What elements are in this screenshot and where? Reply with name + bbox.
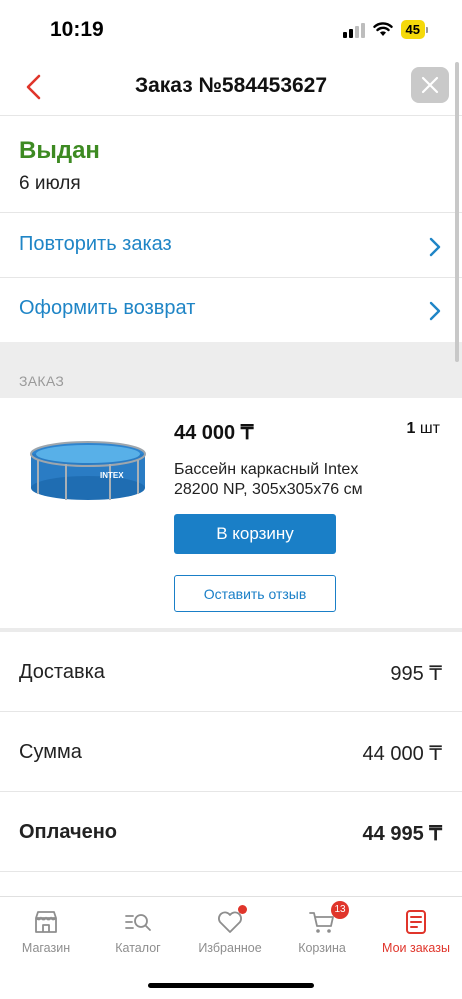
status-icons: 45 — [342, 20, 428, 39]
delivery-label: Доставка — [19, 661, 105, 683]
scrollbar[interactable] — [455, 62, 459, 362]
orders-list-icon — [406, 910, 426, 934]
home-indicator[interactable] — [148, 983, 314, 988]
paid-row: Оплачено 44 995 ₸ — [0, 792, 462, 872]
section-header: ЗАКАЗ — [0, 342, 462, 398]
add-to-cart-button[interactable]: В корзину — [174, 514, 336, 554]
product-price: 44 000 ₸ — [174, 422, 254, 444]
nav-item-cart[interactable]: 13 Корзина — [276, 901, 368, 967]
status-label: Выдан — [19, 137, 100, 164]
chevron-right-icon — [429, 301, 441, 321]
leave-review-button[interactable]: Оставить отзыв — [174, 575, 336, 612]
nav-item-shop[interactable]: Магазин — [0, 907, 92, 967]
subtotal-label: Сумма — [19, 741, 82, 763]
section-label: ЗАКАЗ — [19, 373, 65, 389]
status-date: 6 июля — [19, 173, 81, 194]
close-icon — [421, 76, 439, 94]
return-order-label: Оформить возврат — [19, 297, 196, 319]
product-card: INTEX 44 000 ₸ 1 шт Бассейн каркасный In… — [0, 398, 462, 628]
page-title: Заказ №584453627 — [134, 74, 328, 97]
delivery-row: Доставка 995 ₸ — [0, 632, 462, 712]
return-order-button[interactable]: Оформить возврат — [0, 278, 462, 342]
quantity-unit: шт — [419, 420, 440, 437]
cart-badge: 13 — [331, 901, 349, 919]
close-button[interactable] — [411, 67, 449, 103]
subtotal-row: Сумма 44 000 ₸ — [0, 712, 462, 792]
product-image-brand: INTEX — [100, 471, 124, 480]
status-time: 10:19 — [50, 18, 104, 41]
nav-item-catalog[interactable]: Каталог — [92, 907, 184, 967]
subtotal-value: 44 000 ₸ — [362, 743, 442, 765]
battery-level: 45 — [400, 20, 425, 39]
chevron-right-icon — [429, 237, 441, 257]
nav-label-shop: Магазин — [21, 941, 71, 955]
order-status: Выдан 6 июля — [0, 117, 462, 213]
paid-value: 44 995 ₸ — [362, 823, 442, 845]
delivery-value: 995 ₸ — [390, 663, 442, 685]
catalog-search-icon — [125, 914, 151, 931]
product-quantity: 1 шт — [406, 420, 440, 438]
repeat-order-button[interactable]: Повторить заказ — [0, 214, 462, 278]
header: Заказ №584453627 — [0, 60, 462, 116]
wifi-icon — [372, 22, 393, 36]
nav-label-favorites: Избранное — [198, 941, 262, 955]
nav-label-my-orders: Мои заказы — [382, 941, 450, 955]
nav-label-cart: Корзина — [298, 941, 346, 955]
repeat-order-label: Повторить заказ — [19, 233, 172, 255]
nav-label-catalog: Каталог — [115, 941, 161, 955]
quantity-number: 1 — [406, 420, 416, 437]
battery-icon: 45 — [400, 20, 428, 39]
product-name[interactable]: Бассейн каркасный Intex 28200 NP, 305x30… — [174, 460, 404, 500]
status-bar: 10:19 45 — [0, 0, 462, 60]
store-icon — [35, 911, 57, 933]
paid-label: Оплачено — [19, 821, 117, 843]
product-image[interactable]: INTEX — [28, 438, 148, 508]
cellular-signal-icon — [342, 22, 365, 38]
nav-item-my-orders[interactable]: Мои заказы — [370, 907, 462, 967]
nav-item-favorites[interactable]: Избранное — [184, 905, 276, 967]
favorites-badge-dot — [238, 905, 247, 914]
